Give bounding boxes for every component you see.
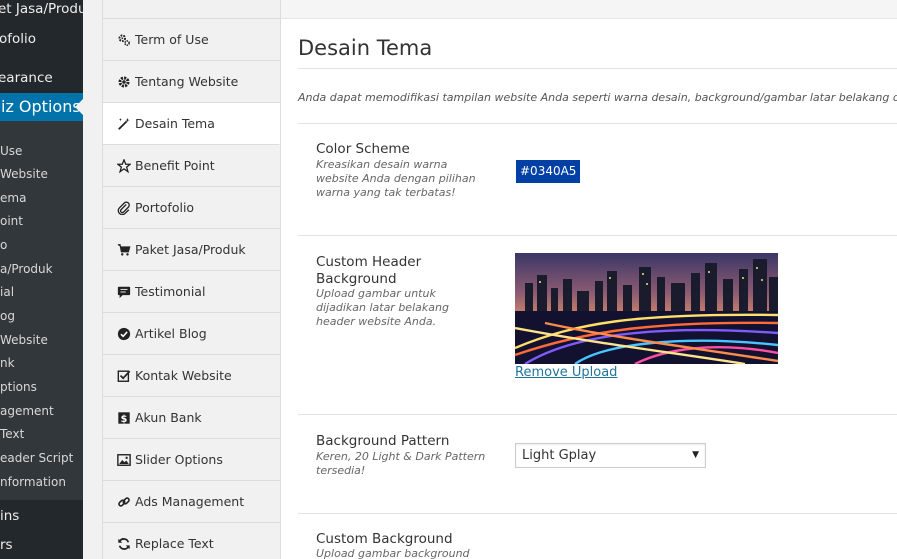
image-icon: [116, 452, 131, 467]
wp-submenu-item[interactable]: eader Script: [0, 451, 73, 465]
wp-submenu-item[interactable]: nk: [0, 356, 15, 370]
tab-akun-bank[interactable]: $ Akun Bank: [103, 397, 280, 439]
wp-active-pointer: [75, 99, 83, 115]
magic-wand-icon: [116, 116, 131, 131]
tab-label: Tentang Website: [135, 74, 239, 89]
wp-submenu-item[interactable]: Use: [0, 144, 22, 158]
tab-label: Replace Text: [135, 536, 214, 551]
tab-desain-tema[interactable]: Desain Tema: [103, 103, 280, 145]
tab-label: Artikel Blog: [135, 326, 207, 341]
page-title: Desain Tema: [298, 36, 433, 60]
divider: [298, 123, 897, 124]
tab-label: Benefit Point: [135, 158, 215, 173]
custom-header-title: Custom Header Background: [316, 254, 422, 287]
tab-label: Testimonial: [135, 284, 206, 299]
color-scheme-title: Color Scheme: [316, 141, 410, 157]
wp-menu-appearance[interactable]: earance: [0, 70, 53, 86]
wp-submenu-item[interactable]: agement: [0, 404, 54, 418]
tab-testimonial[interactable]: Testimonial: [103, 271, 280, 313]
tab-label: Slider Options: [135, 452, 223, 467]
wp-submenu-item[interactable]: ema: [0, 191, 26, 205]
paperclip-icon: [116, 200, 131, 215]
wp-submenu-item[interactable]: nformation: [0, 475, 66, 489]
comment-icon: [116, 284, 131, 299]
options-tab-list: Term of Use Tentang Website Desain Tema …: [102, 0, 280, 559]
cart-icon: [116, 242, 131, 257]
custom-bg-desc: Upload gambar background: [316, 547, 470, 559]
tab-label: Term of Use: [135, 32, 209, 47]
panel-top-bar: [281, 0, 897, 19]
wp-menu-plugins[interactable]: ins: [0, 508, 19, 524]
page-description: Anda dapat memodifikasi tampilan website…: [298, 91, 897, 104]
content-gutter: [83, 0, 102, 559]
wp-menu-paket[interactable]: et Jasa/Produk: [0, 1, 83, 17]
divider: [298, 68, 897, 69]
custom-header-desc: Upload gambar untuk dijadikan latar bela…: [316, 287, 449, 328]
tab-label: Ads Management: [135, 494, 245, 509]
options-panel: Desain Tema Anda dapat memodifikasi tamp…: [280, 0, 897, 559]
header-background-preview: [515, 253, 778, 364]
wp-submenu-item[interactable]: oint: [0, 214, 23, 228]
wp-submenu-item[interactable]: Text: [0, 427, 24, 441]
tab-portofolio[interactable]: Portofolio: [103, 187, 280, 229]
dropdown-arrow-icon: ▼: [692, 450, 699, 460]
tab-term-of-use[interactable]: Term of Use: [103, 19, 280, 61]
tab-paket-jasa-produk[interactable]: Paket Jasa/Produk: [103, 229, 280, 271]
dollar-icon: $: [116, 410, 131, 425]
tab-kontak-website[interactable]: Kontak Website: [103, 355, 280, 397]
wp-submenu-item[interactable]: og: [0, 309, 15, 323]
tab-tentang-website[interactable]: Tentang Website: [103, 61, 280, 103]
wp-admin-sidebar: et Jasa/Produk ofolio earance iz Options…: [0, 0, 83, 559]
divider: [298, 414, 897, 415]
tab-ads-management[interactable]: Ads Management: [103, 481, 280, 523]
wp-submenu-item[interactable]: o: [0, 238, 7, 252]
bg-pattern-desc: Keren, 20 Light & Dark Pattern tersedia!: [316, 450, 486, 477]
color-picker-swatch[interactable]: #0340A5: [516, 160, 581, 183]
check-square-icon: [116, 368, 131, 383]
remove-upload-link[interactable]: Remove Upload: [515, 365, 617, 380]
link-icon: [116, 494, 131, 509]
pattern-select[interactable]: Light Gplay ▼: [515, 443, 706, 468]
city-highway-image: [515, 253, 778, 364]
star-icon: [116, 158, 131, 173]
divider: [298, 235, 897, 236]
tab-label: Paket Jasa/Produk: [135, 242, 246, 257]
color-scheme-desc: Kreasikan desain warna website Anda deng…: [316, 158, 476, 199]
tab-label: Portofolio: [135, 200, 195, 215]
tab-list-top: [103, 0, 280, 19]
tab-artikel-blog[interactable]: Artikel Blog: [103, 313, 280, 355]
bg-pattern-title: Background Pattern: [316, 433, 450, 449]
pattern-select-value: Light Gplay: [522, 448, 597, 463]
gear-icon: [116, 74, 131, 89]
wp-submenu-item[interactable]: a/Produk: [0, 262, 53, 276]
wp-menu-portofolio[interactable]: ofolio: [0, 31, 36, 47]
wp-submenu-item[interactable]: ial: [0, 285, 14, 299]
refresh-icon: [116, 536, 131, 551]
gears-icon: [116, 32, 131, 47]
wp-menu-users[interactable]: rs: [0, 537, 13, 553]
tab-label: Desain Tema: [135, 116, 215, 131]
tab-slider-options[interactable]: Slider Options: [103, 439, 280, 481]
tab-benefit-point[interactable]: Benefit Point: [103, 145, 280, 187]
check-circle-icon: [116, 326, 131, 341]
custom-bg-title: Custom Background: [316, 531, 453, 547]
tab-label: Kontak Website: [135, 368, 232, 383]
tab-replace-text[interactable]: Replace Text: [103, 523, 280, 559]
wp-submenu-item[interactable]: ptions: [0, 380, 37, 394]
wp-submenu-item[interactable]: Website: [0, 333, 48, 347]
wp-menu-options-active[interactable]: iz Options: [0, 93, 83, 121]
tab-label: Akun Bank: [135, 410, 202, 425]
wp-submenu-item[interactable]: Website: [0, 167, 48, 181]
divider: [298, 513, 897, 514]
svg-text:$: $: [120, 413, 127, 424]
